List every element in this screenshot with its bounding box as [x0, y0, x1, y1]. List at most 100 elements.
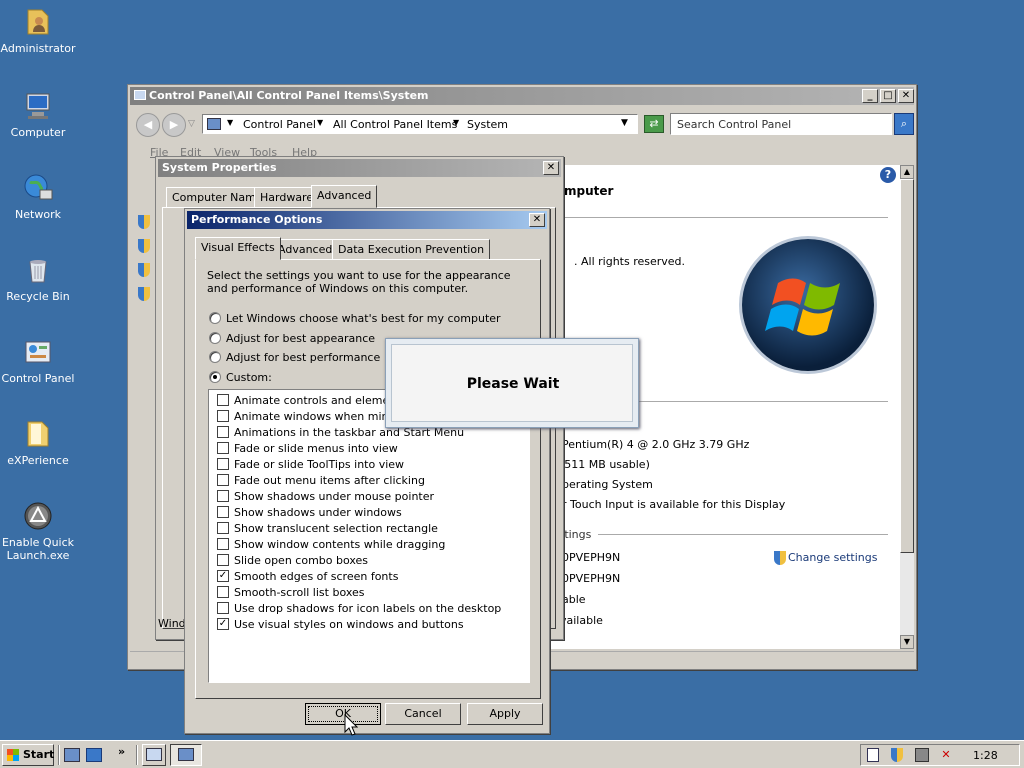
radio-label[interactable]: Adjust for best appearance [226, 332, 375, 345]
radio-best-performance[interactable] [209, 351, 221, 363]
tray-network-icon[interactable] [915, 748, 929, 762]
effect-checkbox[interactable] [217, 490, 229, 502]
desktop-icon-recycle-bin[interactable]: Recycle Bin [0, 254, 76, 303]
tab-hardware[interactable]: Hardware [254, 187, 320, 208]
quick-launch-chevron[interactable]: » [118, 745, 125, 758]
show-desktop-icon[interactable] [64, 748, 80, 762]
desktop-icon-administrator[interactable]: Administrator [0, 6, 76, 55]
tray-sound-muted-icon[interactable]: ✕ [939, 748, 953, 762]
effect-checkbox[interactable]: ✓ [217, 570, 229, 582]
close-button[interactable]: ✕ [529, 213, 545, 227]
list-item[interactable]: Show shadows under mouse pointer [215, 488, 515, 504]
list-item[interactable]: ✓ Use visual styles on windows and button… [215, 616, 515, 632]
tab-advanced[interactable]: Advanced [272, 239, 339, 260]
effect-checkbox[interactable] [217, 458, 229, 470]
tab-advanced[interactable]: Advanced [311, 185, 378, 208]
effect-checkbox[interactable] [217, 554, 229, 566]
help-icon[interactable]: ? [880, 167, 896, 183]
search-button[interactable]: ⌕ [894, 113, 914, 135]
clock[interactable]: 1:28 [973, 749, 998, 762]
maximize-button[interactable]: □ [880, 89, 896, 103]
application-icon [22, 500, 54, 532]
tab-data-execution-prevention[interactable]: Data Execution Prevention [332, 239, 491, 260]
vertical-scrollbar[interactable]: ▲ ▼ [900, 165, 914, 649]
address-bar[interactable]: ▼ Control Panel ▼ All Control Panel Item… [202, 114, 638, 134]
minimize-button[interactable]: _ [862, 89, 878, 103]
close-button[interactable]: ✕ [543, 161, 559, 175]
list-item[interactable]: Fade out menu items after clicking [215, 472, 515, 488]
breadcrumb-arrow-icon[interactable]: ▼ [227, 118, 233, 127]
effect-checkbox[interactable] [217, 474, 229, 486]
radio-label[interactable]: Let Windows choose what's best for my co… [226, 312, 501, 325]
cancel-button[interactable]: Cancel [385, 703, 461, 725]
effect-checkbox[interactable] [217, 410, 229, 422]
windows-flag-icon [7, 749, 19, 761]
mouse-cursor-icon [344, 713, 359, 736]
radio-label[interactable]: Adjust for best performance [226, 351, 380, 364]
list-item[interactable]: Fade or slide ToolTips into view [215, 456, 515, 472]
scroll-up-arrow-icon[interactable]: ▲ [900, 165, 914, 179]
desktop-icon-label: Recycle Bin [6, 290, 70, 303]
desktop-icon-computer[interactable]: Computer [0, 90, 76, 139]
radio-let-windows-choose[interactable] [209, 312, 221, 324]
effect-checkbox[interactable] [217, 602, 229, 614]
ok-button[interactable]: OK [305, 703, 381, 725]
start-button[interactable]: Start [2, 744, 54, 766]
list-item[interactable]: Use drop shadows for icon labels on the … [215, 600, 515, 616]
search-input[interactable]: Search Control Panel [670, 113, 892, 135]
list-item[interactable]: Fade or slide menus into view [215, 440, 515, 456]
effect-checkbox[interactable] [217, 394, 229, 406]
forward-button[interactable]: ▶ [162, 113, 186, 137]
system-icon [207, 118, 221, 130]
back-button[interactable]: ◀ [136, 113, 160, 137]
effect-checkbox[interactable] [217, 506, 229, 518]
effect-checkbox[interactable] [217, 538, 229, 550]
refresh-button[interactable]: ⇄ [644, 115, 664, 133]
effect-label: Fade out menu items after clicking [234, 474, 425, 487]
breadcrumb-system[interactable]: System [467, 118, 508, 131]
breadcrumb-arrow-icon[interactable]: ▼ [317, 118, 323, 127]
desktop-icon-control-panel[interactable]: Control Panel [0, 336, 76, 385]
effect-label: Show shadows under windows [234, 506, 402, 519]
taskbar-item-system[interactable] [170, 744, 202, 766]
list-item[interactable]: ✓ Smooth edges of screen fonts [215, 568, 515, 584]
recent-pages-dropdown[interactable]: ▽ [188, 119, 195, 129]
close-button[interactable]: ✕ [898, 89, 914, 103]
list-item[interactable]: Smooth-scroll list boxes [215, 584, 515, 600]
system-properties-titlebar[interactable]: System Properties [158, 159, 561, 177]
effect-checkbox[interactable] [217, 426, 229, 438]
scroll-down-arrow-icon[interactable]: ▼ [900, 635, 914, 649]
tab-visual-effects[interactable]: Visual Effects [195, 237, 281, 260]
radio-label[interactable]: Custom: [226, 371, 272, 384]
radio-best-appearance[interactable] [209, 332, 221, 344]
tray-shield-icon[interactable] [891, 748, 903, 762]
breadcrumb-control-panel[interactable]: Control Panel [243, 118, 316, 131]
list-item[interactable]: Show shadows under windows [215, 504, 515, 520]
memory-value: (511 MB usable) [560, 458, 650, 471]
tray-document-icon[interactable] [867, 748, 879, 762]
explorer-icon[interactable] [86, 748, 102, 762]
list-item[interactable]: Show translucent selection rectangle [215, 520, 515, 536]
description-text: Select the settings you want to use for … [207, 269, 511, 295]
effect-checkbox[interactable] [217, 522, 229, 534]
scrollbar-thumb[interactable] [900, 179, 914, 553]
change-settings-link[interactable]: Change settings [788, 551, 877, 564]
effect-checkbox[interactable]: ✓ [217, 618, 229, 630]
address-dropdown-icon[interactable]: ▼ [621, 118, 628, 128]
desktop-icon-network[interactable]: Network [0, 172, 76, 221]
effect-checkbox[interactable] [217, 586, 229, 598]
radio-custom[interactable] [209, 371, 221, 383]
network-globe-icon [22, 172, 54, 204]
taskbar-item-control-panel[interactable] [142, 744, 166, 766]
desktop-icon-experience[interactable]: eXPerience [0, 418, 76, 467]
apply-button[interactable]: Apply [467, 703, 543, 725]
breadcrumb-arrow-icon[interactable]: ▼ [453, 118, 459, 127]
desktop-icon-enable-quick-launch[interactable]: Enable Quick Launch.exe [0, 500, 76, 562]
list-item[interactable]: Slide open combo boxes [215, 552, 515, 568]
control-panel-titlebar[interactable]: Control Panel\All Control Panel Items\Sy… [130, 87, 914, 105]
list-item[interactable]: Show window contents while dragging [215, 536, 515, 552]
breadcrumb-all-items[interactable]: All Control Panel Items [333, 118, 457, 131]
copyright-text: . All rights reserved. [574, 255, 686, 268]
effect-checkbox[interactable] [217, 442, 229, 454]
performance-options-titlebar[interactable]: Performance Options [187, 211, 547, 229]
